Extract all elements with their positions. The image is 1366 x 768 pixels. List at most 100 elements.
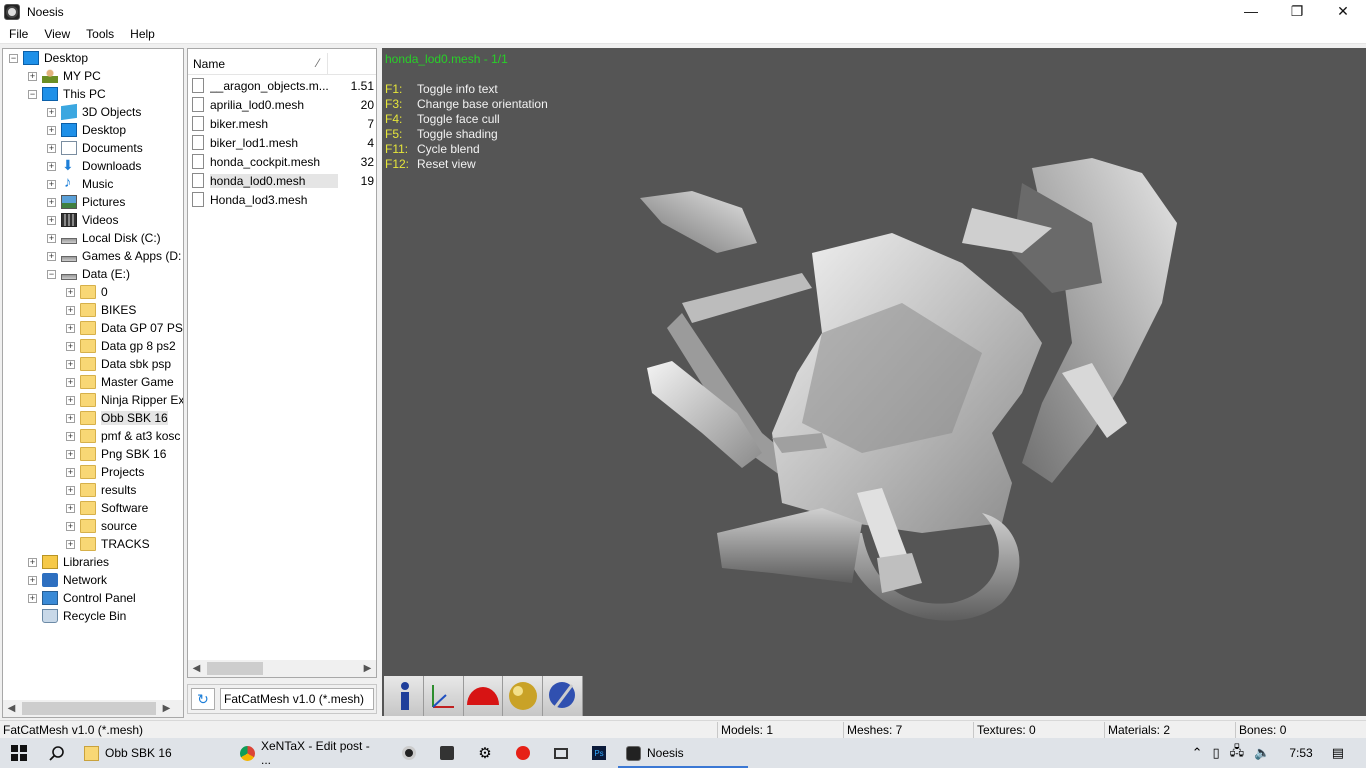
material-toggle-button[interactable] — [503, 676, 544, 716]
format-selector[interactable]: FatCatMesh v1.0 (*.mesh) — [220, 688, 374, 710]
task-view-button[interactable] — [542, 738, 580, 768]
scroll-right-icon[interactable]: ▶ — [158, 703, 175, 714]
settings-button[interactable]: ⚙ — [466, 738, 504, 768]
file-row[interactable]: Honda_lod3.mesh — [192, 190, 376, 209]
expand-toggle-icon[interactable]: + — [66, 539, 75, 549]
expand-toggle-icon[interactable]: + — [28, 593, 37, 603]
expand-toggle-icon[interactable]: − — [9, 53, 18, 63]
refresh-button[interactable]: ↻ — [191, 688, 215, 710]
clock[interactable]: 7:53 — [1289, 746, 1312, 760]
animation-toggle-button[interactable] — [543, 676, 583, 716]
expand-toggle-icon[interactable]: + — [66, 431, 75, 441]
youtube-button[interactable] — [504, 738, 542, 768]
file-list-horizontal-scrollbar[interactable]: ◀ ▶ — [188, 660, 376, 677]
expand-toggle-icon[interactable]: + — [66, 359, 75, 369]
expand-toggle-icon[interactable]: + — [66, 341, 75, 351]
tree-item[interactable]: + Downloads — [47, 157, 141, 175]
expand-toggle-icon[interactable]: + — [47, 251, 56, 261]
menu-file[interactable]: File — [2, 27, 35, 41]
tree-item[interactable]: + Data gp 8 ps2 — [66, 337, 176, 355]
expand-toggle-icon[interactable]: + — [66, 395, 75, 405]
expand-toggle-icon[interactable]: + — [28, 557, 37, 567]
file-row[interactable]: __aragon_objects.m... 1.51 — [192, 76, 376, 95]
expand-toggle-icon[interactable]: + — [47, 143, 56, 153]
tree-item[interactable]: + Software — [66, 499, 148, 517]
chevron-up-icon[interactable]: ⌃ — [1192, 745, 1203, 761]
scroll-left-icon[interactable]: ◀ — [188, 663, 205, 674]
column-size-header[interactable] — [328, 53, 376, 74]
file-row[interactable]: biker_lod1.mesh 4 — [192, 133, 376, 152]
tree-horizontal-scrollbar[interactable]: ◀ ▶ — [3, 700, 183, 717]
tree-item[interactable]: − Desktop — [9, 49, 88, 67]
file-row[interactable]: honda_lod0.mesh 19 — [192, 171, 376, 190]
expand-toggle-icon[interactable]: − — [47, 269, 56, 279]
scroll-left-icon[interactable]: ◀ — [3, 703, 20, 714]
start-button[interactable] — [0, 738, 38, 768]
close-button[interactable]: ✕ — [1320, 0, 1366, 22]
volume-icon[interactable]: 🔈 — [1254, 745, 1270, 761]
scroll-right-icon[interactable]: ▶ — [359, 663, 376, 674]
expand-toggle-icon[interactable]: + — [47, 215, 56, 225]
tree-item[interactable]: + pmf & at3 kosc — [66, 427, 180, 445]
expand-toggle-icon[interactable]: + — [66, 287, 75, 297]
media-player-button[interactable] — [390, 738, 428, 768]
search-button[interactable] — [38, 738, 76, 768]
expand-toggle-icon[interactable]: + — [47, 125, 56, 135]
usb-icon[interactable]: ▯ — [1213, 745, 1220, 761]
expand-toggle-icon[interactable]: + — [66, 449, 75, 459]
expand-toggle-icon[interactable]: + — [47, 197, 56, 207]
photoshop-button[interactable]: Ps — [580, 738, 618, 768]
tree-item[interactable]: + Local Disk (C:) — [47, 229, 161, 247]
tree-item[interactable]: − Data (E:) — [47, 265, 130, 283]
expand-toggle-icon[interactable]: + — [47, 233, 56, 243]
tree-item[interactable]: + results — [66, 481, 136, 499]
tree-item[interactable]: + BIKES — [66, 301, 136, 319]
tree-item[interactable]: + Png SBK 16 — [66, 445, 166, 463]
folder-tree[interactable]: − Desktop + MY PC − This PC +3D Objects + Deskto… — [2, 48, 184, 718]
expand-toggle-icon[interactable]: + — [66, 503, 75, 513]
tree-item[interactable]: + Music — [47, 174, 113, 193]
file-row[interactable]: honda_cockpit.mesh 32 — [192, 152, 376, 171]
file-row[interactable]: aprilia_lod0.mesh 20 — [192, 95, 376, 114]
expand-toggle-icon[interactable]: + — [66, 377, 75, 387]
menu-view[interactable]: View — [37, 27, 77, 41]
store-button[interactable] — [428, 738, 466, 768]
expand-toggle-icon[interactable]: + — [66, 485, 75, 495]
tree-item[interactable]: +0 — [66, 283, 108, 301]
tree-item[interactable]: + Videos — [47, 211, 118, 229]
shading-toggle-button[interactable] — [463, 676, 504, 716]
tree-item[interactable]: Recycle Bin — [28, 607, 126, 625]
expand-toggle-icon[interactable]: + — [66, 323, 75, 333]
tree-item[interactable]: + Master Game — [66, 373, 174, 391]
tree-item[interactable]: + Network — [28, 571, 107, 589]
file-row[interactable]: biker.mesh 7 — [192, 114, 376, 133]
expand-toggle-icon[interactable]: + — [66, 467, 75, 477]
tree-item[interactable]: + Ninja Ripper Ex — [66, 391, 183, 409]
taskbar-task-explorer[interactable]: Obb SBK 16 — [76, 738, 232, 768]
axis-toggle-button[interactable] — [423, 676, 464, 716]
scroll-thumb[interactable] — [207, 662, 263, 675]
info-toggle-button[interactable] — [384, 676, 424, 716]
expand-toggle-icon[interactable]: + — [47, 179, 56, 189]
expand-toggle-icon[interactable]: + — [66, 413, 75, 423]
restore-button[interactable]: ❐ — [1274, 0, 1320, 22]
column-name-header[interactable]: Name ⁄ — [188, 53, 328, 74]
network-icon[interactable]: 🖧 — [1230, 742, 1245, 764]
tree-item[interactable]: + Obb SBK 16 — [66, 409, 168, 427]
expand-toggle-icon[interactable]: + — [66, 305, 75, 315]
menu-help[interactable]: Help — [123, 27, 162, 41]
tree-item[interactable]: + TRACKS — [66, 535, 150, 553]
tree-item[interactable]: + Documents — [47, 139, 143, 157]
tree-item[interactable]: + Control Panel — [28, 589, 136, 607]
preview-viewport[interactable]: honda_lod0.mesh - 1/1 F1: Toggle info tex… — [382, 48, 1366, 716]
tree-item[interactable]: − This PC — [28, 85, 106, 103]
tree-item[interactable]: + source — [66, 517, 137, 535]
menu-tools[interactable]: Tools — [79, 27, 121, 41]
expand-toggle-icon[interactable]: + — [28, 71, 37, 81]
tree-item[interactable]: + Libraries — [28, 553, 109, 571]
expand-toggle-icon[interactable]: + — [47, 161, 56, 171]
tree-item[interactable]: + Games & Apps (D: — [47, 247, 181, 265]
tree-item[interactable]: + Data GP 07 PS2 — [66, 319, 183, 337]
minimize-button[interactable]: — — [1228, 0, 1274, 22]
taskbar-task-chrome[interactable]: XeNTaX - Edit post - ... — [232, 738, 390, 768]
